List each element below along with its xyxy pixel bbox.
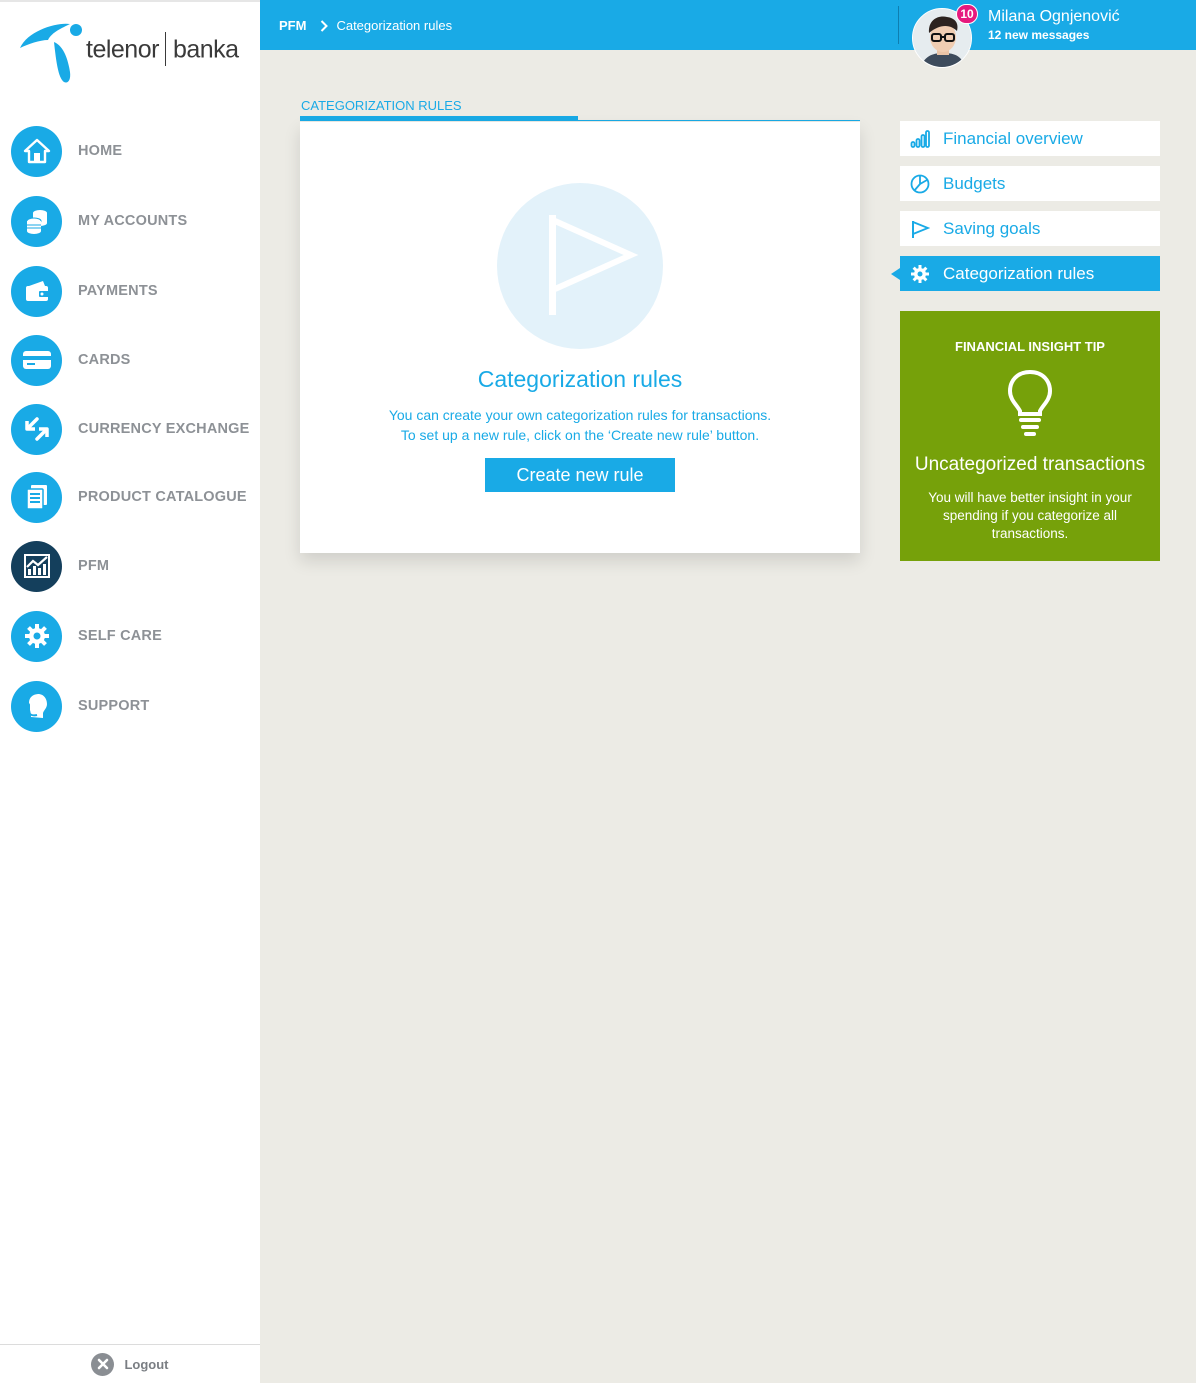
card-description-line1: You can create your own categorization r… <box>388 407 772 423</box>
lightbulb-icon <box>1005 369 1055 437</box>
menu-categorization-rules[interactable]: Categorization rules <box>900 256 1160 291</box>
nav-label: CURRENCY EXCHANGE <box>78 421 250 437</box>
telenor-logo-icon <box>20 23 82 83</box>
breadcrumb-current: Categorization rules <box>336 18 453 33</box>
nav-item-product-catalogue[interactable]: PRODUCT CATALOGUE <box>11 471 256 523</box>
logo-text-right: banka <box>172 35 239 64</box>
wallet-icon <box>11 265 62 317</box>
logout-label: Logout <box>124 1356 169 1372</box>
home-icon <box>11 125 62 177</box>
nav-label: PRODUCT CATALOGUE <box>78 489 247 505</box>
chart-icon <box>11 540 62 592</box>
create-new-rule-button[interactable]: Create new rule <box>485 458 675 492</box>
coins-icon <box>11 195 62 247</box>
card-title: Categorization rules <box>477 366 683 392</box>
flag-icon <box>497 183 663 349</box>
logout-button[interactable]: Logout <box>0 1344 260 1383</box>
bar-chart-icon <box>909 128 931 150</box>
nav-item-cards[interactable]: CARDS <box>11 334 256 386</box>
menu-label: Saving goals <box>943 218 1041 238</box>
top-bar-divider <box>898 6 899 44</box>
close-icon <box>91 1352 115 1376</box>
nav-item-my-accounts[interactable]: MY ACCOUNTS <box>11 195 256 247</box>
nav-item-support[interactable]: SUPPORT <box>11 680 256 732</box>
menu-financial-overview[interactable]: Financial overview <box>900 121 1160 156</box>
sidebar: telenor banka HOME MY ACCOUNTS PAYMENTS C… <box>0 0 260 1383</box>
active-menu-pointer <box>891 268 900 280</box>
nav-label: MY ACCOUNTS <box>78 213 188 229</box>
nav-item-home[interactable]: HOME <box>11 125 256 177</box>
tip-heading: FINANCIAL INSIGHT TIP <box>955 339 1105 354</box>
menu-label: Categorization rules <box>943 263 1095 283</box>
flag-icon <box>909 218 931 240</box>
nav-item-self-care[interactable]: SELF CARE <box>11 610 256 662</box>
nav-item-pfm[interactable]: PFM <box>11 540 256 592</box>
categorization-card: Categorization rules You can create your… <box>300 122 860 553</box>
user-name[interactable]: Milana Ognjenović <box>988 8 1120 26</box>
nav-item-payments[interactable]: PAYMENTS <box>11 265 256 317</box>
menu-label: Financial overview <box>943 128 1083 148</box>
breadcrumb: PFM Categorization rules <box>279 18 452 33</box>
tab-active-indicator <box>300 116 578 121</box>
nav-label: HOME <box>78 143 123 159</box>
headset-icon <box>11 680 62 732</box>
logo-text-left: telenor <box>86 35 159 64</box>
message-count-badge: 10 <box>956 4 978 24</box>
tab-categorization-rules[interactable]: CATEGORIZATION RULES <box>301 98 462 113</box>
new-messages-link[interactable]: 12 new messages <box>988 28 1089 42</box>
financial-insight-tip: FINANCIAL INSIGHT TIP Uncategorized tran… <box>900 311 1160 561</box>
logo-divider <box>164 32 166 66</box>
nav-label: SELF CARE <box>78 628 162 644</box>
logo-text: telenor banka <box>86 32 239 68</box>
telenor-banka-logo[interactable]: telenor banka <box>18 20 248 84</box>
nav-label: PFM <box>78 558 110 574</box>
menu-label: Budgets <box>943 173 1006 193</box>
pie-chart-icon <box>909 173 931 195</box>
menu-budgets[interactable]: Budgets <box>900 166 1160 201</box>
nav-item-currency-exchange[interactable]: CURRENCY EXCHANGE <box>11 403 256 455</box>
menu-saving-goals[interactable]: Saving goals <box>900 211 1160 246</box>
tip-body: You will have better insight in your spe… <box>928 490 1132 541</box>
breadcrumb-pfm[interactable]: PFM <box>279 18 306 33</box>
nav-label: PAYMENTS <box>78 283 158 299</box>
gear-icon <box>909 263 931 285</box>
top-bar: PFM Categorization rules 10 Milana Ognje… <box>260 0 1196 68</box>
nav-label: CARDS <box>78 352 131 368</box>
card-icon <box>11 334 62 386</box>
gear-icon <box>11 610 62 662</box>
catalogue-icon <box>11 471 62 523</box>
card-description-line2: To set up a new rule, click on the ‘Crea… <box>400 427 760 443</box>
tip-title: Uncategorized transactions <box>914 454 1146 475</box>
nav-label: SUPPORT <box>78 698 150 714</box>
exchange-icon <box>11 403 62 455</box>
chevron-right-icon <box>320 19 329 32</box>
